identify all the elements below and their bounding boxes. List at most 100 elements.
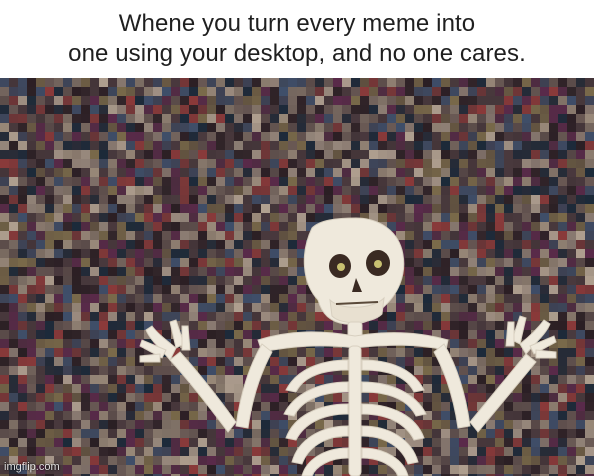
mosaic-tile	[315, 348, 324, 357]
mosaic-tile	[477, 132, 486, 141]
mosaic-tile	[180, 240, 189, 249]
mosaic-tile	[279, 321, 288, 330]
mosaic-tile	[225, 312, 234, 321]
mosaic-tile	[45, 249, 54, 258]
mosaic-tile	[297, 231, 306, 240]
mosaic-tile	[90, 240, 99, 249]
mosaic-tile	[279, 420, 288, 429]
mosaic-tile	[99, 141, 108, 150]
mosaic-tile	[54, 447, 63, 456]
mosaic-tile	[396, 357, 405, 366]
mosaic-tile	[189, 132, 198, 141]
mosaic-tile	[540, 204, 549, 213]
mosaic-tile	[135, 393, 144, 402]
mosaic-tile	[99, 78, 108, 87]
mosaic-tile	[252, 177, 261, 186]
mosaic-tile	[189, 312, 198, 321]
mosaic-tile	[243, 195, 252, 204]
mosaic-tile	[459, 141, 468, 150]
mosaic-tile	[234, 456, 243, 465]
mosaic-tile	[513, 258, 522, 267]
mosaic-tile	[288, 258, 297, 267]
mosaic-tile	[549, 321, 558, 330]
mosaic-tile	[117, 150, 126, 159]
mosaic-tile	[36, 258, 45, 267]
mosaic-tile	[315, 204, 324, 213]
mosaic-tile	[225, 213, 234, 222]
mosaic-tile	[279, 366, 288, 375]
mosaic-tile	[297, 168, 306, 177]
mosaic-tile	[495, 348, 504, 357]
mosaic-tile	[252, 420, 261, 429]
mosaic-tile	[72, 276, 81, 285]
mosaic-tile	[18, 411, 27, 420]
mosaic-tile	[63, 303, 72, 312]
mosaic-tile	[288, 348, 297, 357]
mosaic-tile	[477, 186, 486, 195]
mosaic-tile	[108, 375, 117, 384]
mosaic-tile	[333, 348, 342, 357]
mosaic-tile	[441, 303, 450, 312]
mosaic-tile	[99, 123, 108, 132]
mosaic-tile	[558, 249, 567, 258]
mosaic-tile	[36, 339, 45, 348]
mosaic-tile	[45, 195, 54, 204]
mosaic-tile	[567, 357, 576, 366]
mosaic-tile	[36, 384, 45, 393]
mosaic-tile	[387, 105, 396, 114]
mosaic-tile	[468, 312, 477, 321]
mosaic-tile	[261, 411, 270, 420]
mosaic-tile	[279, 78, 288, 87]
mosaic-tile	[108, 123, 117, 132]
mosaic-tile	[387, 141, 396, 150]
mosaic-tile	[45, 447, 54, 456]
mosaic-tile	[144, 105, 153, 114]
mosaic-tile	[441, 240, 450, 249]
mosaic-tile	[387, 303, 396, 312]
mosaic-tile	[144, 438, 153, 447]
mosaic-tile	[540, 312, 549, 321]
mosaic-tile	[558, 357, 567, 366]
mosaic-tile	[396, 159, 405, 168]
mosaic-tile	[198, 438, 207, 447]
mosaic-tile	[135, 177, 144, 186]
mosaic-tile	[513, 168, 522, 177]
mosaic-tile	[180, 312, 189, 321]
mosaic-tile	[576, 177, 585, 186]
mosaic-tile	[234, 231, 243, 240]
mosaic-tile	[18, 429, 27, 438]
mosaic-tile	[252, 429, 261, 438]
mosaic-tile	[306, 150, 315, 159]
mosaic-tile	[198, 420, 207, 429]
mosaic-tile	[459, 78, 468, 87]
mosaic-tile	[576, 159, 585, 168]
mosaic-tile	[477, 177, 486, 186]
mosaic-tile	[450, 213, 459, 222]
mosaic-tile	[207, 303, 216, 312]
mosaic-tile	[108, 258, 117, 267]
mosaic-tile	[333, 87, 342, 96]
mosaic-tile	[279, 204, 288, 213]
mosaic-tile	[90, 78, 99, 87]
mosaic-tile	[432, 420, 441, 429]
mosaic-tile	[423, 420, 432, 429]
mosaic-tile	[513, 123, 522, 132]
mosaic-tile	[504, 186, 513, 195]
mosaic-tile	[225, 348, 234, 357]
mosaic-tile	[477, 294, 486, 303]
mosaic-tile	[153, 123, 162, 132]
mosaic-tile	[495, 420, 504, 429]
mosaic-tile	[216, 177, 225, 186]
mosaic-tile	[486, 249, 495, 258]
mosaic-tile	[414, 150, 423, 159]
mosaic-tile	[243, 276, 252, 285]
mosaic-tile	[108, 438, 117, 447]
mosaic-tile	[162, 366, 171, 375]
mosaic-tile	[459, 177, 468, 186]
mosaic-tile	[45, 294, 54, 303]
mosaic-tile	[450, 132, 459, 141]
mosaic-tile	[495, 78, 504, 87]
mosaic-tile	[558, 321, 567, 330]
mosaic-tile	[207, 285, 216, 294]
mosaic-tile	[99, 456, 108, 465]
